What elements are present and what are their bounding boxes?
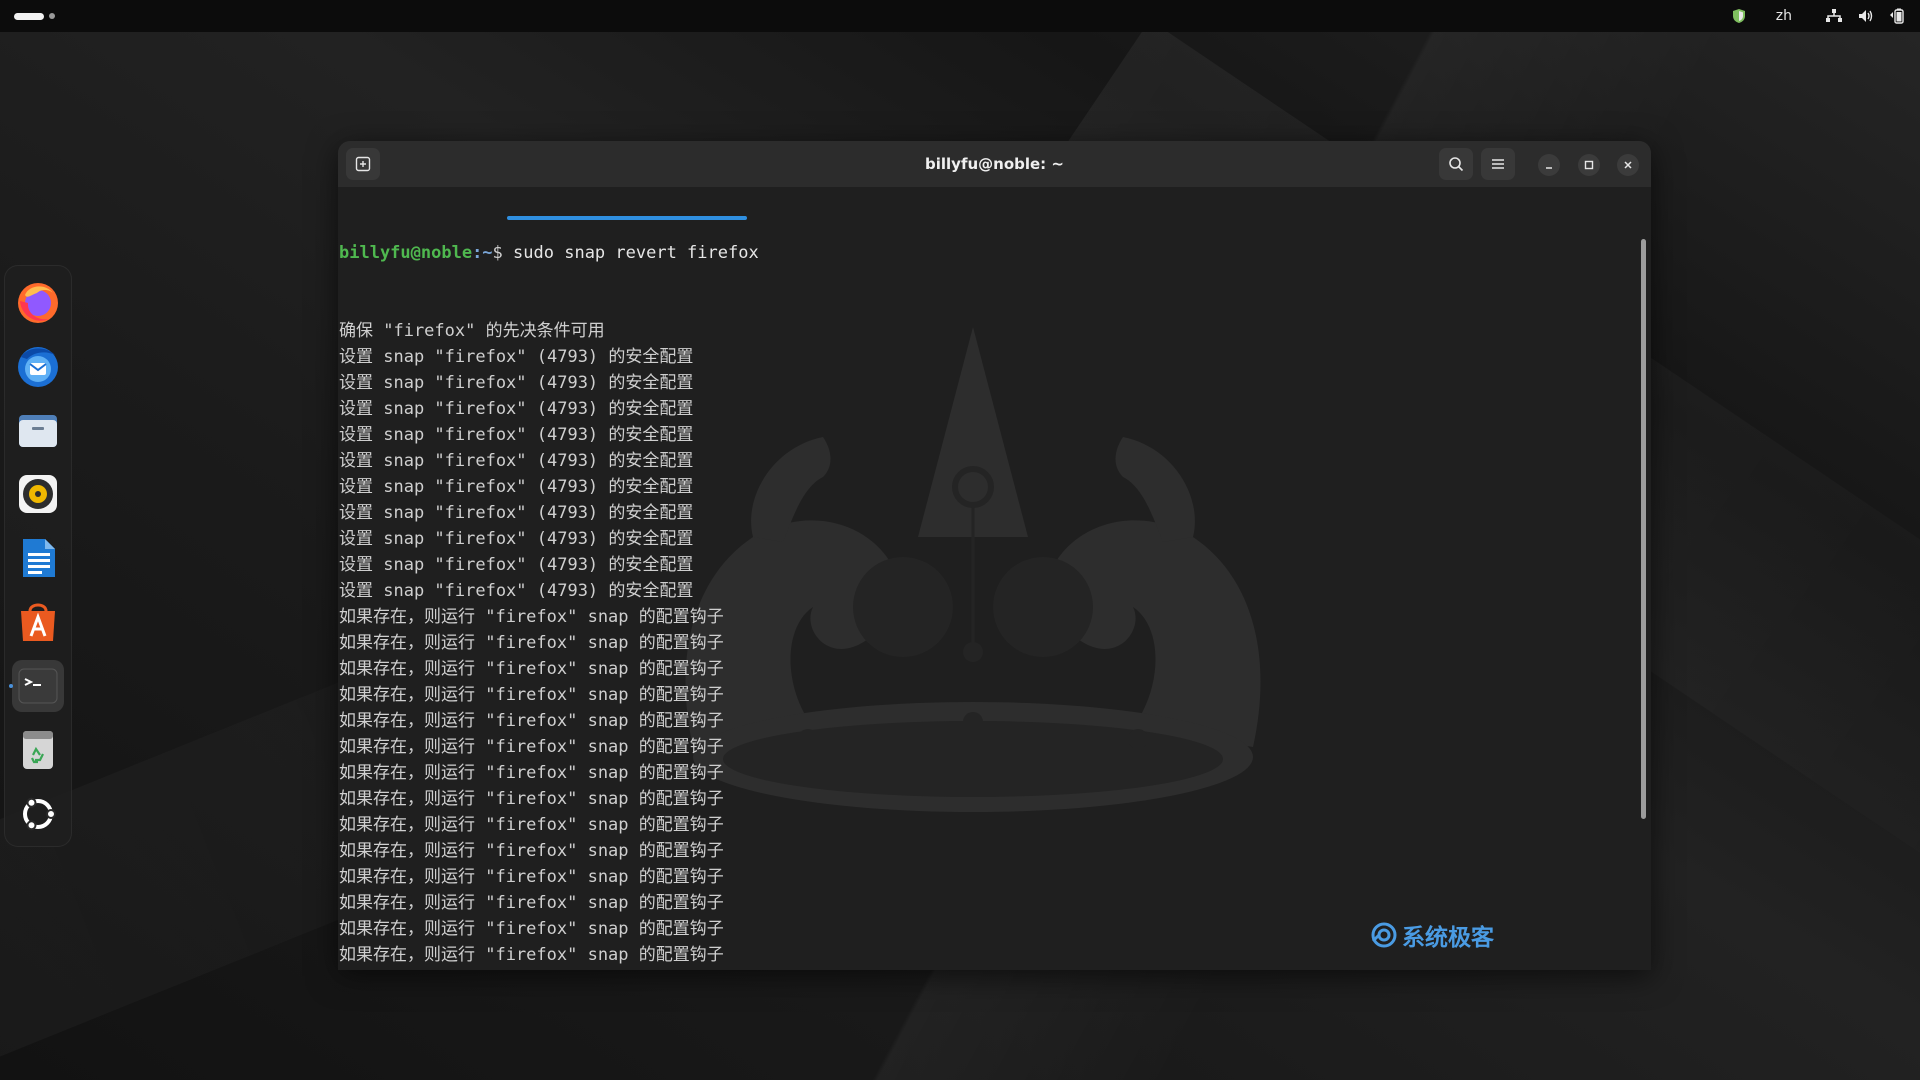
command-highlight-underline [507,216,747,220]
prompt-symbol: $ [492,243,503,263]
maximize-icon [1584,160,1594,170]
brand-logo-icon [1371,922,1397,948]
brand-watermark: 系统极客 [1370,918,1494,952]
terminal-scrollbar[interactable] [1641,239,1646,819]
output-line: 设置 snap "firefox" (4793) 的安全配置 [339,477,694,497]
minimize-button[interactable] [1538,154,1560,176]
command-text: sudo snap revert firefox [513,243,759,263]
dock-item-trash[interactable] [12,724,64,776]
command-line: billyfu@noble:~$ sudo snap revert firefo… [339,240,759,266]
input-language-indicator[interactable]: zh [1776,8,1792,24]
activities-indicator[interactable] [14,12,55,20]
hamburger-menu-icon [1492,159,1504,169]
output-line: 设置 snap "firefox" (4793) 的安全配置 [339,399,694,419]
prompt-path: :~ [472,243,493,263]
dock-item-terminal[interactable] [12,660,64,712]
dock-item-firefox[interactable] [12,276,64,328]
output-line: 设置 snap "firefox" (4793) 的安全配置 [339,529,694,549]
output-line: 设置 snap "firefox" (4793) 的安全配置 [339,555,694,575]
output-line: 如果存在，则运行 "firefox" snap 的配置钩子 [339,737,724,757]
menu-button[interactable] [1481,148,1515,180]
terminal-icon [18,668,58,704]
minimize-icon [1546,167,1552,169]
terminal-headerbar: billyfu@noble: ~ [338,141,1651,187]
close-button[interactable] [1617,154,1639,176]
output-line: 设置 snap "firefox" (4793) 的安全配置 [339,347,694,367]
output-line: 如果存在，则运行 "firefox" snap 的配置钩子 [339,945,724,965]
output-line: 如果存在，则运行 "firefox" snap 的配置钩子 [339,711,724,731]
brand-text: 系统极客 [1402,925,1494,951]
maximize-button[interactable] [1578,154,1600,176]
output-line: 如果存在，则运行 "firefox" snap 的配置钩子 [339,968,759,970]
terminal-running-indicator [9,684,13,688]
files-icon [19,415,57,447]
output-line: 如果存在，则运行 "firefox" snap 的配置钩子 [339,659,724,679]
output-line: 设置 snap "firefox" (4793) 的安全配置 [339,581,694,601]
dock-item-files[interactable] [12,404,64,456]
output-line: 如果存在，则运行 "firefox" snap 的配置钩子 [339,633,724,653]
volume-icon[interactable] [1858,9,1874,23]
output-line: 如果存在，则运行 "firefox" snap 的配置钩子 [339,841,724,861]
output-line: 设置 snap "firefox" (4793) 的安全配置 [339,451,694,471]
battery-icon[interactable] [1890,8,1906,24]
app-center-icon [21,603,55,641]
prompt-user: billyfu@noble [339,243,473,263]
trash-icon [23,731,53,769]
output-line: 设置 snap "firefox" (4793) 的安全配置 [339,373,694,393]
output-line: 如果存在，则运行 "firefox" snap 的配置钩子 [339,867,724,887]
search-button[interactable] [1439,148,1473,180]
workspace-active-indicator [14,12,44,20]
output-line: 确保 "firefox" 的先决条件可用 [339,321,605,341]
dock [4,265,72,847]
dock-item-rhythmbox[interactable] [12,468,64,520]
output-line: 如果存在，则运行 "firefox" snap 的配置钩子 [339,607,724,627]
firefox-icon [18,283,58,323]
thunderbird-icon [18,347,58,387]
dock-item-show-apps[interactable] [12,788,64,840]
workspace-indicator [49,13,55,19]
network-wired-icon[interactable] [1826,9,1842,23]
output-line: 如果存在，则运行 "firefox" snap 的配置钩子 [339,815,724,835]
system-tray: zh [1732,0,1906,32]
ubuntu-logo-icon [23,797,56,831]
output-line: 设置 snap "firefox" (4793) 的安全配置 [339,425,694,445]
terminal-output: billyfu@noble:~$ sudo snap revert firefo… [339,188,759,970]
output-line: 设置 snap "firefox" (4793) 的安全配置 [339,503,694,523]
shield-icon[interactable] [1732,8,1746,24]
dock-item-thunderbird[interactable] [12,340,64,392]
rhythmbox-icon [19,475,57,513]
top-bar: zh [0,0,1920,32]
output-line: 如果存在，则运行 "firefox" snap 的配置钩子 [339,763,724,783]
dock-item-writer[interactable] [12,532,64,584]
close-icon [1624,161,1632,169]
output-line: 如果存在，则运行 "firefox" snap 的配置钩子 [339,685,724,705]
dock-item-app-center[interactable] [12,596,64,648]
output-line: 如果存在，则运行 "firefox" snap 的配置钩子 [339,893,724,913]
search-icon [1449,157,1464,172]
output-line: 如果存在，则运行 "firefox" snap 的配置钩子 [339,789,724,809]
terminal-window: billyfu@noble: ~ billyfu@noble:~$ sudo s… [338,141,1651,970]
output-line: 如果存在，则运行 "firefox" snap 的配置钩子 [339,919,724,939]
writer-icon [23,539,55,577]
